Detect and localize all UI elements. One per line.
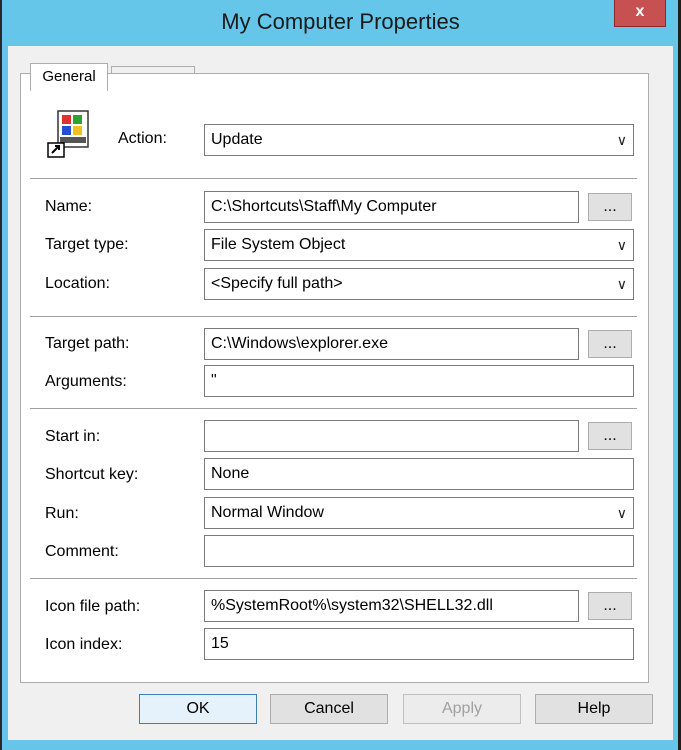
ok-button[interactable]: OK bbox=[139, 694, 257, 724]
name-label: Name: bbox=[45, 198, 93, 215]
comment-field[interactable] bbox=[204, 535, 634, 567]
run-dropdown[interactable]: Normal Window ∨ bbox=[204, 497, 634, 529]
target-path-field[interactable]: C:\Windows\explorer.exe bbox=[204, 328, 579, 360]
icon-file-path-field[interactable]: %SystemRoot%\system32\SHELL32.dll bbox=[204, 590, 579, 622]
action-value: Update bbox=[211, 131, 263, 148]
location-value: <Specify full path> bbox=[211, 275, 343, 292]
name-browse-button[interactable]: ... bbox=[588, 193, 632, 221]
target-type-dropdown[interactable]: File System Object ∨ bbox=[204, 229, 634, 261]
shortcut-computer-icon bbox=[47, 110, 89, 158]
icon-index-label: Icon index: bbox=[45, 636, 123, 653]
apply-button[interactable]: Apply bbox=[403, 694, 521, 724]
name-field[interactable]: C:\Shortcuts\Staff\My Computer bbox=[204, 191, 579, 223]
location-dropdown[interactable]: <Specify full path> ∨ bbox=[204, 268, 634, 300]
target-type-label: Target type: bbox=[45, 236, 129, 253]
location-label: Location: bbox=[45, 275, 110, 292]
separator bbox=[30, 408, 637, 409]
action-label: Action: bbox=[118, 130, 167, 147]
chevron-down-icon: ∨ bbox=[616, 505, 627, 521]
start-in-field[interactable] bbox=[204, 420, 579, 452]
shortcut-key-field[interactable]: None bbox=[204, 458, 634, 490]
start-in-label: Start in: bbox=[45, 428, 101, 445]
shortcut-key-label: Shortcut key: bbox=[45, 466, 139, 483]
tab-general[interactable]: General bbox=[30, 63, 108, 91]
window-border-left bbox=[0, 0, 2, 750]
separator bbox=[30, 178, 637, 179]
close-button[interactable]: x bbox=[614, 0, 666, 27]
icon-index-field[interactable]: 15 bbox=[204, 628, 634, 660]
arguments-label: Arguments: bbox=[45, 373, 127, 390]
run-value: Normal Window bbox=[211, 504, 324, 521]
cancel-button[interactable]: Cancel bbox=[270, 694, 388, 724]
run-label: Run: bbox=[45, 505, 79, 522]
arguments-field[interactable]: " bbox=[204, 365, 634, 397]
icon-file-path-label: Icon file path: bbox=[45, 598, 141, 615]
comment-label: Comment: bbox=[45, 543, 119, 560]
start-in-browse-button[interactable]: ... bbox=[588, 422, 632, 450]
window-title: My Computer Properties bbox=[221, 9, 460, 34]
separator bbox=[30, 578, 637, 579]
chevron-down-icon: ∨ bbox=[616, 237, 627, 253]
chevron-down-icon: ∨ bbox=[616, 276, 627, 292]
help-button[interactable]: Help bbox=[535, 694, 653, 724]
action-dropdown[interactable]: Update ∨ bbox=[204, 124, 634, 156]
target-type-value: File System Object bbox=[211, 236, 346, 253]
dialog-window: My Computer Properties x General Common … bbox=[0, 0, 681, 750]
target-path-browse-button[interactable]: ... bbox=[588, 330, 632, 358]
chevron-down-icon: ∨ bbox=[616, 132, 627, 148]
icon-file-path-browse-button[interactable]: ... bbox=[588, 592, 632, 620]
target-path-label: Target path: bbox=[45, 335, 130, 352]
separator bbox=[30, 316, 637, 317]
